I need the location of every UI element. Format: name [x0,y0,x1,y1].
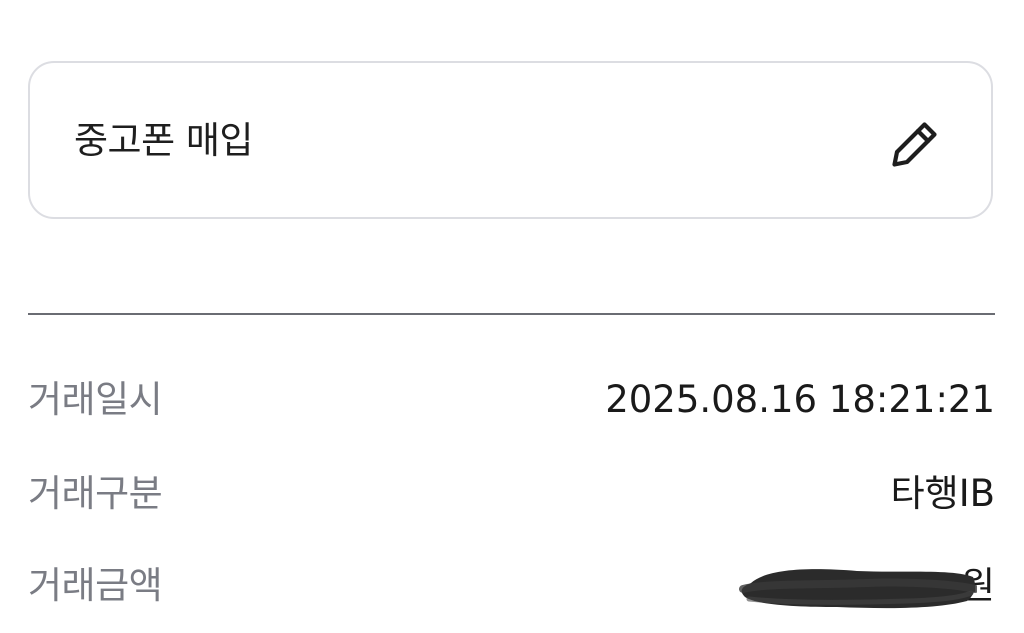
detail-row-amount: 거래금액 원 [28,561,995,611]
redaction-scribble [739,569,977,609]
memo-text: 중고폰 매입 [74,119,253,162]
datetime-value: 2025.08.16 18:21:21 [605,378,995,421]
type-value: 타행IB [890,472,995,515]
amount-label: 거래금액 [28,564,163,607]
memo-card[interactable]: 중고폰 매입 [28,61,993,219]
detail-row-datetime: 거래일시 2025.08.16 18:21:21 [28,375,995,425]
datetime-label: 거래일시 [28,378,163,421]
type-label: 거래구분 [28,472,163,515]
pencil-icon [892,122,937,167]
detail-row-type: 거래구분 타행IB [28,469,995,519]
section-divider [28,313,995,315]
edit-memo-button[interactable] [886,115,944,173]
